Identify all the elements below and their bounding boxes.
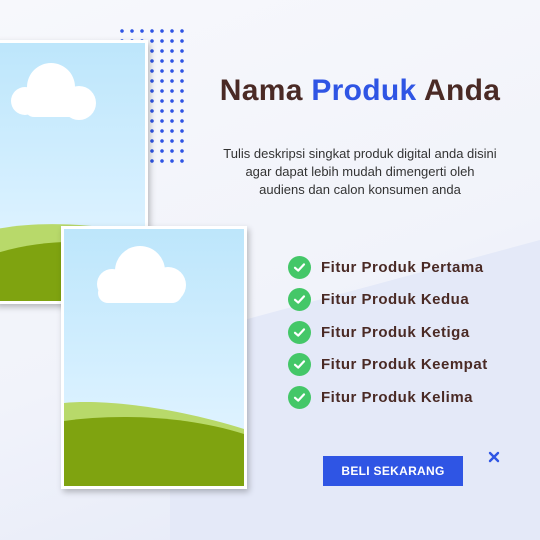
feature-label: Fitur Produk Pertama xyxy=(321,258,484,276)
description-line: Tulis deskripsi singkat produk digital a… xyxy=(223,146,497,161)
feature-item: Fitur Produk Keempat xyxy=(288,349,528,382)
feature-label: Fitur Produk Kelima xyxy=(321,388,474,406)
product-preview-image-front xyxy=(61,226,247,489)
title-accent: Produk xyxy=(311,74,417,107)
feature-item: Fitur Produk Pertama xyxy=(288,251,528,284)
check-circle-icon xyxy=(288,255,311,279)
product-description: Tulis deskripsi singkat produk digital a… xyxy=(205,145,515,199)
feature-label: Fitur Produk Keempat xyxy=(321,356,488,374)
description-line: agar dapat lebih mudah dimengerti oleh xyxy=(245,164,475,179)
feature-item: Fitur Produk Kedua xyxy=(288,284,528,317)
feature-item: Fitur Produk Ketiga xyxy=(288,316,528,349)
product-title: Nama Produk Anda xyxy=(205,74,515,108)
feature-item: Fitur Produk Kelima xyxy=(288,381,528,414)
check-circle-icon xyxy=(288,320,311,344)
buy-now-button[interactable]: BELI SEKARANG xyxy=(323,456,463,486)
feature-list: Fitur Produk Pertama Fitur Produk Kedua … xyxy=(288,251,528,414)
feature-label: Fitur Produk Kedua xyxy=(321,291,470,309)
description-line: audiens dan calon konsumen anda xyxy=(259,182,461,197)
title-part-1: Nama xyxy=(219,74,312,107)
check-circle-icon xyxy=(288,385,311,409)
landscape-illustration xyxy=(64,246,244,486)
title-part-2: Anda xyxy=(416,74,501,107)
feature-label: Fitur Produk Ketiga xyxy=(321,323,470,341)
sparkle-cross-icon xyxy=(488,451,500,463)
check-circle-icon xyxy=(288,353,311,377)
check-circle-icon xyxy=(288,288,311,312)
